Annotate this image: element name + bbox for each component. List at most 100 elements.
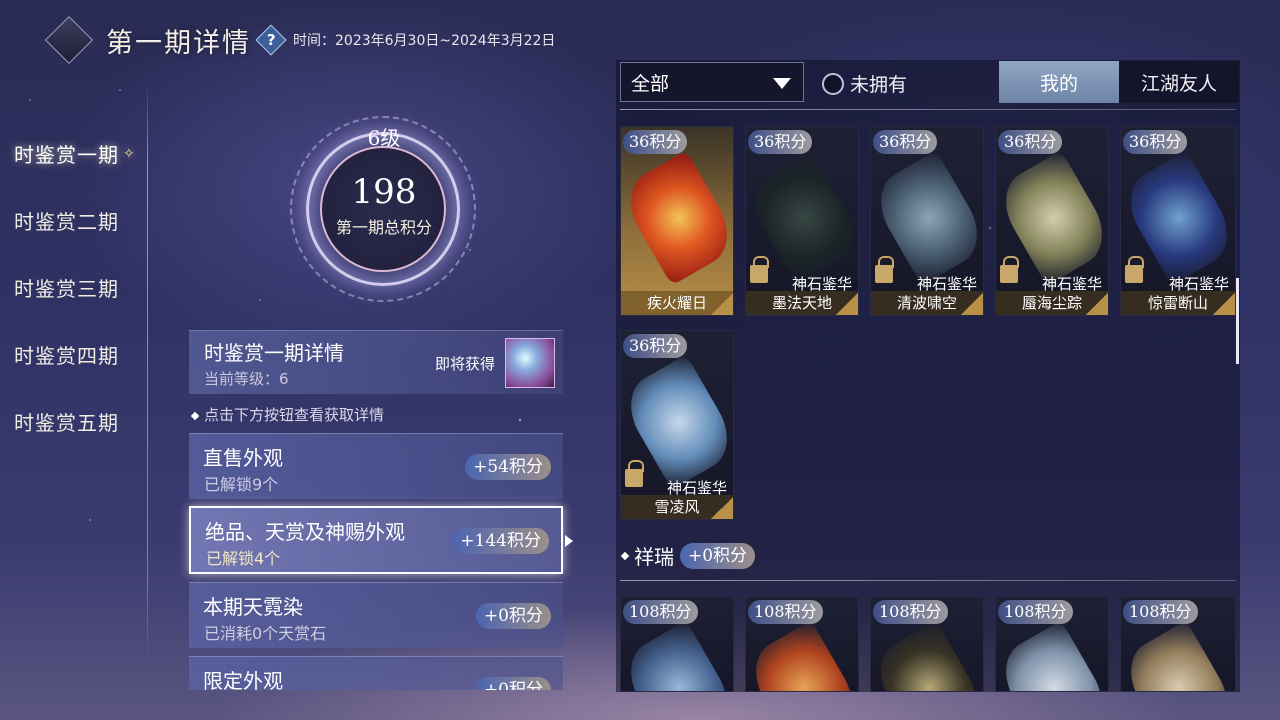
points-badge: 108积分 [998, 600, 1073, 624]
caret-down-icon [773, 78, 791, 89]
sidebar-item-period-3[interactable]: 时鉴赏三期 [0, 254, 150, 321]
category-direct-sale[interactable]: 直售外观 已解锁9个 +54积分 [189, 433, 563, 499]
points-badge: 36积分 [748, 130, 813, 154]
back-button[interactable] [44, 15, 94, 65]
category-premium-appearance[interactable]: 绝品、天赏及神赐外观 已解锁4个 +144积分 [189, 506, 573, 574]
sidebar-item-label: 时鉴赏二期 [14, 210, 119, 234]
tab-mine[interactable]: 我的 [999, 61, 1119, 103]
tab-friends[interactable]: 江湖友人 [1119, 61, 1239, 103]
lock-icon [1125, 256, 1144, 283]
category-title: 限定外观 [203, 669, 283, 690]
hint-label: 点击下方按钮查看获取详情 [204, 406, 385, 424]
sidebar-item-label: 时鉴赏五期 [14, 411, 119, 435]
corner-ornament [1213, 293, 1235, 315]
score-label: 第一期总积分 [335, 218, 432, 237]
unowned-label: 未拥有 [850, 74, 908, 96]
radio-circle-icon [822, 72, 844, 95]
points-badge: 108积分 [1123, 600, 1198, 624]
divider [620, 580, 1236, 581]
points-badge: 108积分 [623, 600, 698, 624]
hint-text: 点击下方按钮查看获取详情 [190, 404, 385, 425]
mount-card[interactable]: 108积分 [870, 596, 984, 692]
divider [620, 109, 1236, 110]
collection-panel: 全部 未拥有 我的 江湖友人 36积分 疾火耀日 36积分 神石鉴华 墨法天地 … [616, 60, 1240, 692]
coming-soon-label: 即将获得 [434, 355, 495, 373]
lock-icon [875, 256, 894, 283]
category-limited[interactable]: 限定外观 +0积分 [189, 656, 563, 690]
back-arrow-icon [44, 15, 94, 65]
weapon-card[interactable]: 36积分 神石鉴华 蜃海尘踪 [995, 126, 1109, 316]
sidebar-item-period-5[interactable]: 时鉴赏五期 [0, 388, 150, 455]
points-badge: +144积分 [452, 528, 549, 554]
weapon-card[interactable]: 36积分 疾火耀日 [620, 126, 734, 316]
sidebar-item-label: 时鉴赏三期 [14, 277, 119, 301]
points-badge: 108积分 [873, 600, 948, 624]
filter-value: 全部 [631, 72, 670, 95]
scrollbar[interactable] [1236, 278, 1239, 364]
section-title: 祥瑞 [634, 545, 674, 569]
category-sub: 已解锁4个 [206, 549, 281, 568]
current-level: 当前等级：6 [204, 370, 289, 388]
period-time: 时间：2023年6月30日~2024年3月22日 [293, 33, 556, 49]
sidebar-item-period-1[interactable]: 时鉴赏一期 ✧ [0, 120, 150, 187]
active-marker-icon: ✧ [123, 145, 136, 162]
sidebar-item-period-4[interactable]: 时鉴赏四期 [0, 321, 150, 388]
weapon-card[interactable]: 36积分 神石鉴华 惊雷断山 [1120, 126, 1236, 316]
weapon-card[interactable]: 36积分 神石鉴华 雪凌风 [620, 330, 734, 520]
question-icon: ? [266, 30, 276, 49]
points-badge: 36积分 [623, 130, 688, 154]
filter-dropdown[interactable]: 全部 [620, 62, 804, 102]
section-header-auspicious: 祥瑞 +0积分 [620, 541, 756, 570]
detail-title: 时鉴赏一期详情 [204, 341, 344, 365]
mount-art [996, 620, 1108, 691]
points-badge: +0积分 [475, 677, 551, 690]
points-badge: 108积分 [748, 600, 823, 624]
mount-art [621, 620, 733, 691]
category-title: 绝品、天赏及神赐外观 [205, 520, 405, 544]
total-score: 198 [351, 172, 417, 212]
lock-icon [1000, 256, 1019, 283]
corner-ornament [711, 293, 733, 315]
points-badge: 36积分 [623, 334, 688, 358]
sidebar-item-label: 时鉴赏一期 [14, 143, 119, 167]
category-sub: 已解锁9个 [204, 475, 279, 494]
category-dye[interactable]: 本期天霓染 已消耗0个天赏石 +0积分 [189, 582, 563, 648]
mount-art [746, 620, 858, 691]
category-title: 直售外观 [203, 446, 283, 470]
help-button[interactable]: ? [255, 24, 287, 56]
mount-art [1121, 620, 1235, 691]
period-detail-panel: 时鉴赏一期详情 当前等级：6 即将获得 [189, 330, 563, 394]
category-title: 本期天霓染 [203, 595, 303, 619]
page-title: 第一期详情 [106, 27, 251, 59]
weapon-art [621, 150, 733, 286]
lock-icon [625, 460, 644, 487]
weapon-card[interactable]: 36积分 神石鉴华 清波啸空 [870, 126, 984, 316]
points-badge: 36积分 [873, 130, 938, 154]
points-badge: 36积分 [998, 130, 1063, 154]
sidebar-item-period-2[interactable]: 时鉴赏二期 [0, 187, 150, 254]
mount-card[interactable]: 108积分 [620, 596, 734, 692]
lock-icon [750, 256, 769, 283]
mount-card[interactable]: 108积分 [995, 596, 1109, 692]
level-text: 6级 [367, 126, 401, 150]
points-badge: 36积分 [1123, 130, 1188, 154]
diamond-bullet-icon [620, 551, 630, 560]
points-badge: +0积分 [680, 542, 756, 569]
sidebar: 时鉴赏一期 ✧ 时鉴赏二期 时鉴赏三期 时鉴赏四期 时鉴赏五期 [0, 120, 150, 455]
weapon-card[interactable]: 36积分 神石鉴华 墨法天地 [745, 126, 859, 316]
owner-tabs: 我的 江湖友人 [999, 61, 1239, 103]
unowned-radio[interactable]: 未拥有 [822, 70, 907, 97]
mount-card[interactable]: 108积分 [1120, 596, 1236, 692]
points-badge: +54积分 [465, 454, 551, 480]
header: 第一期详情 ? 时间：2023年6月30日~2024年3月22日 [44, 14, 555, 66]
corner-ornament [711, 497, 733, 519]
sidebar-item-label: 时鉴赏四期 [14, 344, 119, 368]
corner-ornament [961, 293, 983, 315]
points-badge: +0积分 [475, 603, 551, 629]
mount-card[interactable]: 108积分 [745, 596, 859, 692]
category-sub: 已消耗0个天赏石 [204, 624, 327, 643]
mount-art [871, 620, 983, 691]
selected-arrow-icon [565, 535, 573, 547]
corner-ornament [1086, 293, 1108, 315]
next-reward-thumbnail[interactable] [505, 338, 555, 388]
